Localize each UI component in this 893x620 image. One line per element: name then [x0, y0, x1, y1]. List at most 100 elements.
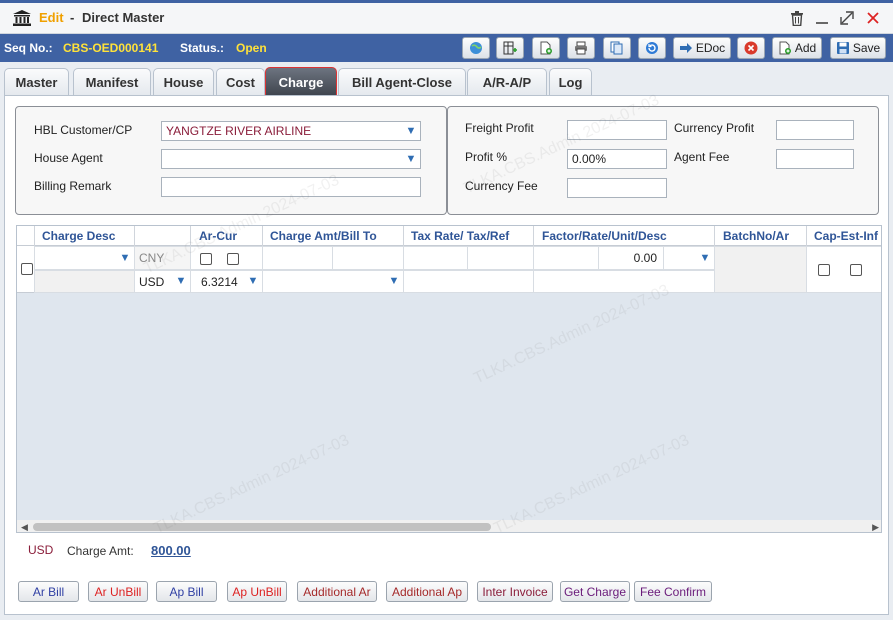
title-separator: -	[70, 10, 75, 25]
ap-unbill-button[interactable]: Ap UnBill	[227, 581, 287, 602]
charge-amt-value[interactable]: 800.00	[151, 543, 191, 558]
bill-to-select[interactable]: ▼	[262, 270, 404, 293]
billing-remark-label: Billing Remark	[34, 179, 112, 193]
col-factor-rate[interactable]: Factor/Rate/Unit/Desc	[542, 229, 667, 243]
col-charge-desc[interactable]: Charge Desc	[42, 229, 115, 243]
col-charge-amt[interactable]: Charge Amt/Bill To	[270, 229, 377, 243]
tab-house[interactable]: House	[153, 68, 214, 95]
maximize-icon[interactable]	[838, 9, 856, 27]
cap-checkbox[interactable]	[818, 264, 830, 276]
row-select-checkbox[interactable]	[21, 263, 33, 275]
rate-select[interactable]: 6.3214 ▼	[190, 270, 263, 293]
grid-header: Charge Desc Ar-Cur Charge Amt/Bill To Ta…	[17, 226, 881, 246]
seq-label: Seq No.:	[4, 41, 53, 55]
inter-invoice-button[interactable]: Inter Invoice	[477, 581, 553, 602]
hbl-customer-select[interactable]: YANGTZE RIVER AIRLINE ▼	[161, 121, 421, 141]
ar-cur-flags	[190, 246, 263, 270]
profit-box: Freight Profit Currency Profit Profit % …	[447, 106, 879, 215]
bill-to-input[interactable]	[332, 246, 404, 270]
profit-pct-input[interactable]: 0.00%	[567, 149, 667, 169]
additional-ar-button[interactable]: Additional Ar	[297, 581, 377, 602]
rate-value: 6.3214	[201, 275, 238, 289]
ar-unbill-button[interactable]: Ar UnBill	[88, 581, 148, 602]
tab-cost[interactable]: Cost	[216, 68, 265, 95]
col-ar-cur[interactable]: Ar-Cur	[199, 229, 237, 243]
import-button[interactable]	[496, 37, 524, 59]
add-button[interactable]: Add	[772, 37, 822, 59]
scroll-right-icon[interactable]: ▶	[872, 522, 879, 532]
additional-ap-button[interactable]: Additional Ap	[386, 581, 468, 602]
chevron-down-icon: ▼	[405, 153, 417, 165]
agent-fee-label: Agent Fee	[674, 150, 730, 164]
charge-panel: HBL Customer/CP YANGTZE RIVER AIRLINE ▼ …	[4, 92, 889, 615]
cur1-cell: CNY	[134, 246, 191, 270]
new-doc-button[interactable]	[532, 37, 560, 59]
charge-amt-input[interactable]	[262, 246, 333, 270]
chevron-down-icon: ▼	[247, 275, 259, 287]
col-batch-no[interactable]: BatchNo/Ar	[723, 229, 789, 243]
factor-input[interactable]	[533, 246, 599, 270]
edoc-button[interactable]: EDoc	[673, 37, 731, 59]
tax-input[interactable]	[467, 246, 534, 270]
cap-est-cell	[806, 246, 881, 293]
freight-profit-label: Freight Profit	[465, 121, 534, 135]
factor-value: 0.00	[633, 251, 657, 265]
printer-icon	[575, 41, 587, 55]
close-icon[interactable]	[864, 9, 882, 27]
col-tax-rate[interactable]: Tax Rate/ Tax/Ref	[411, 229, 509, 243]
col-cap-est[interactable]: Cap-Est-Inf	[814, 229, 878, 243]
freight-profit-input[interactable]	[567, 120, 667, 140]
get-charge-button[interactable]: Get Charge	[560, 581, 630, 602]
cur2-select[interactable]: USD ▼	[134, 270, 191, 293]
agent-fee-input[interactable]	[776, 149, 854, 169]
save-button[interactable]: Save	[830, 37, 886, 59]
chevron-down-icon: ▼	[405, 125, 417, 137]
house-agent-select[interactable]: ▼	[161, 149, 421, 169]
currency-profit-input[interactable]	[776, 120, 854, 140]
tab-ar-ap[interactable]: A/R-A/P	[467, 68, 547, 95]
tax-ref-input[interactable]	[403, 270, 534, 293]
print-button[interactable]	[567, 37, 595, 59]
cur1-value: CNY	[139, 251, 165, 265]
tab-master[interactable]: Master	[4, 68, 69, 95]
desc-input[interactable]	[533, 270, 715, 293]
ar-bill-button[interactable]: Ar Bill	[18, 581, 79, 602]
rate-input[interactable]: 0.00	[598, 246, 664, 270]
tab-charge[interactable]: Charge	[265, 67, 337, 97]
sync-button[interactable]	[462, 37, 490, 59]
fee-confirm-button[interactable]: Fee Confirm	[634, 581, 712, 602]
profit-pct-label: Profit %	[465, 150, 508, 164]
refresh-button[interactable]	[638, 37, 666, 59]
ar-flag-checkbox-1[interactable]	[200, 253, 212, 265]
scroll-left-icon[interactable]: ◀	[21, 522, 28, 532]
billing-remark-input[interactable]	[161, 177, 421, 197]
unit-select[interactable]: ▼	[663, 246, 715, 270]
tax-rate-input[interactable]	[403, 246, 468, 270]
trash-icon[interactable]	[788, 9, 806, 27]
window-mode: Edit	[39, 10, 64, 25]
ar-flag-checkbox-2[interactable]	[227, 253, 239, 265]
est-checkbox[interactable]	[850, 264, 862, 276]
charge-desc-select[interactable]: ▼	[34, 246, 135, 270]
house-agent-label: House Agent	[34, 151, 103, 165]
tab-bar: Master Manifest House Cost Charge Bill A…	[0, 66, 893, 97]
tab-manifest[interactable]: Manifest	[73, 68, 151, 95]
copy-button[interactable]	[603, 37, 631, 59]
horizontal-scrollbar[interactable]: ◀ ▶	[17, 520, 881, 532]
cancel-button[interactable]	[737, 37, 765, 59]
tab-log[interactable]: Log	[549, 68, 592, 95]
charge-grid: Charge Desc Ar-Cur Charge Amt/Bill To Ta…	[16, 225, 882, 533]
scrollbar-thumb[interactable]	[33, 523, 491, 531]
refresh-icon	[646, 42, 658, 54]
tab-bill-agent-close[interactable]: Bill Agent-Close	[338, 68, 466, 95]
batch-no-cell	[714, 246, 807, 293]
currency-fee-input[interactable]	[567, 178, 667, 198]
status-label: Status.:	[180, 41, 225, 55]
customer-box: HBL Customer/CP YANGTZE RIVER AIRLINE ▼ …	[15, 106, 447, 215]
minimize-icon[interactable]	[813, 9, 831, 27]
table-import-icon	[503, 41, 517, 55]
ap-bill-button[interactable]: Ap Bill	[156, 581, 217, 602]
document-add-icon	[540, 41, 552, 55]
cur2-value: USD	[139, 275, 165, 289]
bank-icon	[13, 10, 31, 26]
